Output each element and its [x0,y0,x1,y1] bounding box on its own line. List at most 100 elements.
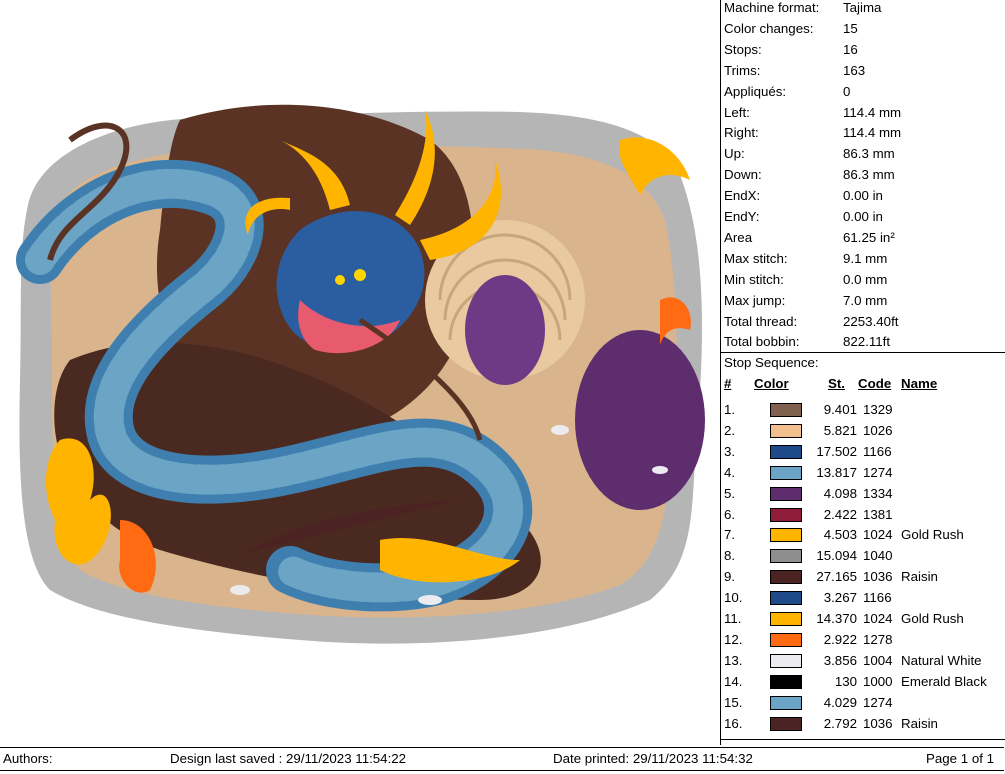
footer-date-printed: Date printed: 29/11/2023 11:54:32 [553,751,753,766]
thread-name: Gold Rush [901,527,964,543]
stop-number: 11. [724,611,742,626]
stat-value: 0.00 in [843,209,883,224]
stat-label: EndX: [724,188,761,204]
stat-label: Max jump: [724,292,786,308]
thread-code: 1000 [863,673,893,689]
stitch-count: 2.922 [823,631,857,647]
stitch-count: 2.792 [823,715,857,731]
stat-label: EndY: [724,209,760,224]
footer-page-number: Page 1 of 1 [926,751,995,766]
stop-number: 7. [724,527,736,543]
footer-authors: Authors: [3,751,53,766]
stitch-count: 4.503 [823,527,857,543]
thread-code: 1274 [863,464,893,480]
stop-row: 15. 4.029 1274 [721,692,1005,713]
stat-label: Min stitch: [724,271,784,287]
stat-label: Total bobbin: [724,334,800,350]
stitch-count: 13.817 [816,464,857,480]
design-info-panel: Machine format: Tajima Color changes: 15 Sto… [720,0,1005,745]
stop-number: 12. [724,631,743,647]
stat-label: Left: [724,104,750,120]
color-swatch [770,570,802,585]
stat-value: 15 [843,20,858,36]
stat-value: 7.0 mm [843,292,888,308]
thread-name: Gold Rush [901,611,964,626]
stop-number: 2. [724,422,736,438]
stop-row: 11. 14.370 1024 Gold Rush [721,608,1005,629]
color-swatch [770,403,802,417]
stat-label: Right: [724,125,759,141]
stitch-count: 3.856 [823,652,857,668]
col-header-name: Name [901,376,938,391]
stop-number: 15. [724,694,743,710]
stop-row: 6. 2.422 1381 [721,504,1005,525]
thread-code: 1334 [863,485,893,501]
color-swatch [770,444,802,459]
thread-code: 1329 [863,402,893,417]
stitch-count: 130 [834,673,857,689]
color-swatch [770,423,802,438]
thread-code: 1166 [863,443,892,459]
stat-value: 86.3 mm [843,146,895,162]
stat-value: 163 [843,62,866,78]
stop-row: 8. 15.094 1040 [721,545,1005,566]
stitch-count: 5.821 [823,422,857,438]
stat-value: 0 [843,83,851,99]
stat-value: 86.3 mm [843,167,895,183]
stop-number: 14. [724,673,743,689]
color-swatch [770,674,802,689]
stop-row: 1. 9.401 1329 [721,399,1005,420]
stop-row: 16. 2.792 1036 Raisin [721,713,1005,734]
stat-value: 114.4 mm [843,125,902,141]
thread-code: 1381 [863,506,893,522]
stat-value: 114.4 mm [843,104,902,120]
page-footer: Authors: Design last saved : 29/11/2023 … [0,747,1004,771]
stat-label: Max stitch: [724,250,788,266]
stat-value: 0.00 in [843,188,883,204]
color-swatch [770,486,802,501]
thread-code: 1036 [863,715,893,731]
stop-number: 3. [724,443,736,459]
stop-number: 4. [724,464,736,480]
stat-label: Machine format: [724,0,820,15]
stop-row: 14. 130 1000 Emerald Black [721,671,1005,692]
stop-row: 7. 4.503 1024 Gold Rush [721,524,1005,545]
stat-label: Trims: [724,62,761,78]
thread-name: Raisin [901,569,938,585]
color-swatch [770,528,802,543]
color-swatch [770,612,802,626]
stop-number: 1. [724,402,736,417]
color-swatch [770,632,802,647]
stop-number: 6. [724,506,736,522]
stat-label: Color changes: [724,20,814,36]
stop-number: 8. [724,548,736,564]
footer-last-saved: Design last saved : 29/11/2023 11:54:22 [170,751,407,766]
stop-row: 4. 13.817 1274 [721,462,1005,483]
stitch-count: 4.029 [823,694,857,710]
stat-value: 61.25 in² [843,229,895,245]
stop-row: 12. 2.922 1278 [721,629,1005,650]
thread-code: 1004 [863,652,893,668]
color-swatch [770,716,802,731]
stop-row: 3. 17.502 1166 [721,441,1005,462]
thread-code: 1024 [863,527,893,543]
col-header-color: Color [754,376,789,391]
stat-value: 822.11ft [843,334,891,350]
stitch-count: 27.165 [816,569,857,585]
stop-row: 10. 3.267 1166 [721,587,1005,608]
stop-row: 2. 5.821 1026 [721,420,1005,441]
stop-row: 9. 27.165 1036 Raisin [721,566,1005,587]
stitch-count: 2.422 [823,506,857,522]
stitch-count: 17.502 [816,443,857,459]
stat-label: Area [724,229,753,245]
color-swatch [770,653,802,668]
stitch-count: 15.094 [816,548,857,564]
col-header-stitches: St. [828,376,845,391]
thread-name: Raisin [901,715,938,731]
stop-row: 5. 4.098 1334 [721,483,1005,504]
stat-value: Tajima [843,0,882,15]
stop-sequence-title: Stop Sequence: [724,355,819,370]
stat-value: 16 [843,41,858,57]
stop-number: 5. [724,485,736,501]
stop-sequence-table: Stop Sequence: # Color St. Code Name 1. 9… [721,352,1005,740]
